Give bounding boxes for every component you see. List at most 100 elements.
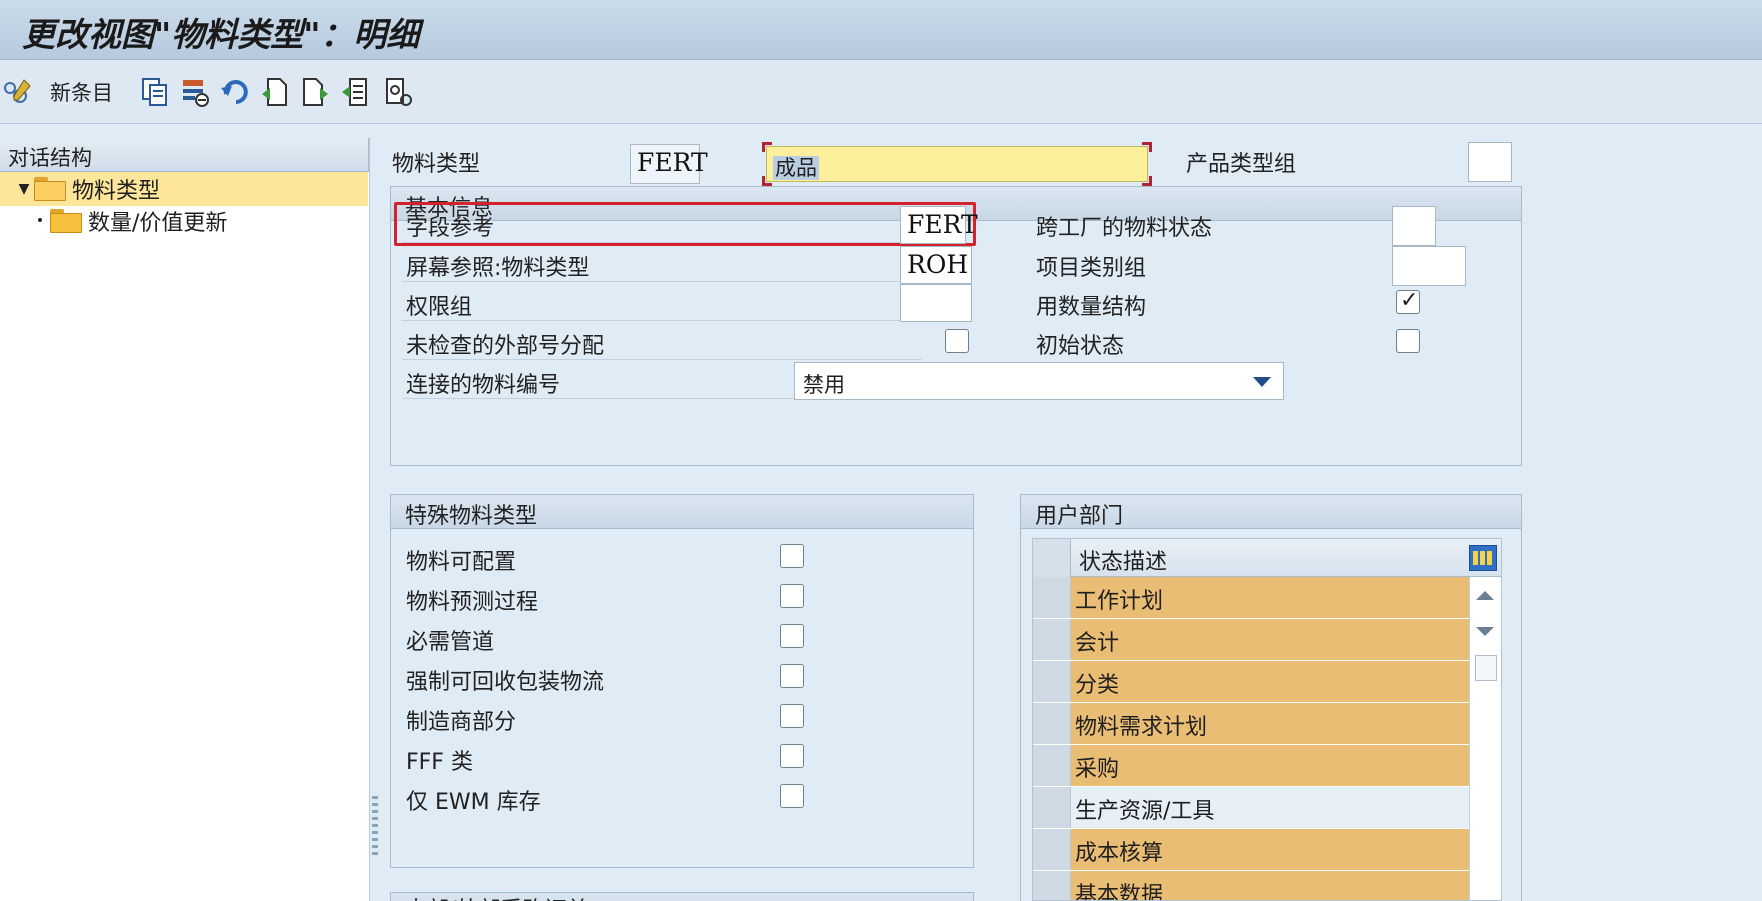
display-change-icon[interactable] [2, 76, 32, 108]
field-reference-field[interactable]: FERT [900, 206, 978, 244]
table-cell: 采购 [1071, 745, 1479, 786]
internal-external-po-title: 内部/外部采购订单 [391, 893, 973, 901]
with-qty-structure-label: 用数量结构 [1036, 295, 1147, 320]
previous-entry-icon[interactable] [260, 76, 290, 108]
table-cell: 工作计划 [1071, 577, 1479, 618]
material-type-description-field[interactable]: 成品 [762, 142, 1152, 186]
chevron-down-icon [1253, 377, 1271, 387]
next-entry-icon[interactable] [300, 76, 330, 108]
unchecked-external-number-label: 未检查的外部号分配 [406, 334, 605, 359]
new-entries-button[interactable]: 新条目 [50, 74, 113, 110]
special-type-checkbox[interactable] [780, 624, 804, 648]
user-departments-title: 用户部门 [1021, 495, 1521, 529]
open-folder-icon [34, 177, 68, 201]
table-row[interactable]: 采购 [1033, 745, 1491, 787]
row-selector[interactable] [1033, 703, 1071, 744]
internal-external-po-group: 内部/外部采购订单 [390, 892, 974, 901]
status-description-table: 状态描述 工作计划 会计 分类 物料需求计划 采购 生产资源/工具 成本核算 基… [1032, 538, 1502, 901]
product-type-group-field[interactable] [1468, 142, 1512, 182]
table-cell: 分类 [1071, 661, 1479, 702]
table-row[interactable]: 工作计划 [1033, 577, 1491, 619]
table-row[interactable]: 基本数据 [1033, 871, 1491, 900]
table-cell: 基本数据 [1071, 871, 1479, 900]
application-toolbar: 新条目 [0, 60, 1762, 124]
screen-reference-label: 屏幕参照:物料类型 [406, 256, 590, 281]
item-category-group-field[interactable] [1392, 246, 1466, 286]
authorization-group-field[interactable] [900, 284, 972, 322]
table-settings-icon[interactable] [1469, 545, 1497, 571]
tree-item-label: 物料类型 [72, 179, 161, 204]
special-type-label: 制造商部分 [406, 710, 517, 735]
table-row[interactable]: 生产资源/工具 [1033, 787, 1491, 829]
table-cell: 会计 [1071, 619, 1479, 660]
with-qty-structure-checkbox[interactable] [1396, 288, 1420, 314]
field-reference-label: 字段参考 [406, 216, 495, 241]
row-selector[interactable] [1033, 787, 1071, 828]
title-bar: 更改视图"物料类型"：明细 [0, 0, 1762, 60]
table-row[interactable]: 分类 [1033, 661, 1491, 703]
page-title: 更改视图"物料类型"：明细 [22, 15, 420, 54]
cross-plant-status-field[interactable] [1392, 206, 1436, 246]
dialog-structure-header: 对话结构 [0, 138, 369, 172]
scroll-thumb[interactable] [1475, 655, 1497, 681]
bullet-icon: • [35, 213, 45, 229]
special-type-label: FFF 类 [406, 750, 473, 775]
dialog-structure-panel: 对话结构 ▼ 物料类型 • 数量/价值更新 [0, 138, 370, 901]
special-type-label: 强制可回收包装物流 [406, 670, 605, 695]
row-selector[interactable] [1033, 619, 1071, 660]
select-block-icon[interactable] [340, 76, 370, 108]
special-type-checkbox[interactable] [780, 704, 804, 728]
linked-material-number-label: 连接的物料编号 [406, 373, 561, 398]
screen-reference-field[interactable]: ROH [900, 246, 972, 284]
special-type-label: 仅 EWM 库存 [406, 790, 541, 815]
table-row[interactable]: 会计 [1033, 619, 1491, 661]
initial-status-label: 初始状态 [1036, 334, 1125, 359]
tree-item-label: 数量/价值更新 [88, 211, 228, 236]
product-type-group-label: 产品类型组 [1186, 152, 1297, 177]
row-selector[interactable] [1033, 577, 1071, 618]
row-selector[interactable] [1033, 829, 1071, 870]
table-row[interactable]: 物料需求计划 [1033, 703, 1491, 745]
material-type-description: 成品 [773, 156, 819, 180]
copy-as-icon[interactable] [140, 76, 170, 108]
table-row[interactable]: 成本核算 [1033, 829, 1491, 871]
special-type-label: 物料预测过程 [406, 590, 539, 615]
special-type-checkbox[interactable] [780, 664, 804, 688]
material-type-field[interactable]: FERT [630, 144, 708, 184]
unchecked-external-number-checkbox[interactable] [945, 329, 969, 353]
folder-icon [50, 209, 84, 233]
scroll-down-icon[interactable] [1476, 627, 1494, 636]
special-type-checkbox[interactable] [780, 544, 804, 568]
special-material-types-title: 特殊物料类型 [391, 495, 973, 529]
table-scrollbar[interactable] [1469, 577, 1501, 900]
table-cell: 物料需求计划 [1071, 703, 1479, 744]
special-type-label: 必需管道 [406, 630, 495, 655]
expand-caret-icon[interactable]: ▼ [14, 181, 34, 197]
print-icon[interactable] [384, 76, 414, 108]
undo-icon[interactable] [220, 76, 250, 108]
cross-plant-status-label: 跨工厂的物料状态 [1036, 216, 1213, 241]
item-category-group-label: 项目类别组 [1036, 256, 1147, 281]
initial-status-checkbox[interactable] [1396, 329, 1420, 353]
special-type-checkbox[interactable] [780, 784, 804, 808]
authorization-group-label: 权限组 [406, 295, 473, 320]
row-selector[interactable] [1033, 745, 1071, 786]
column-header-status-description[interactable]: 状态描述 [1079, 544, 1167, 576]
table-cell: 生产资源/工具 [1071, 787, 1479, 828]
linked-material-number-dropdown[interactable]: 禁用 [794, 362, 1284, 400]
material-type-label: 物料类型 [392, 152, 481, 177]
select-all-cell[interactable] [1033, 539, 1071, 577]
tree-item-material-type[interactable]: ▼ 物料类型 [0, 172, 368, 206]
new-entries-label: 新条目 [50, 81, 113, 105]
tree-item-qty-value-update[interactable]: • 数量/价值更新 [0, 204, 368, 238]
special-type-checkbox[interactable] [780, 744, 804, 768]
table-header: 状态描述 [1033, 539, 1501, 577]
scroll-up-icon[interactable] [1476, 591, 1494, 600]
special-type-label: 物料可配置 [406, 550, 517, 575]
special-type-checkbox[interactable] [780, 584, 804, 608]
row-selector[interactable] [1033, 661, 1071, 702]
delete-icon[interactable] [180, 76, 210, 108]
dropdown-value: 禁用 [803, 373, 845, 397]
row-selector[interactable] [1033, 871, 1071, 900]
table-cell: 成本核算 [1071, 829, 1479, 870]
